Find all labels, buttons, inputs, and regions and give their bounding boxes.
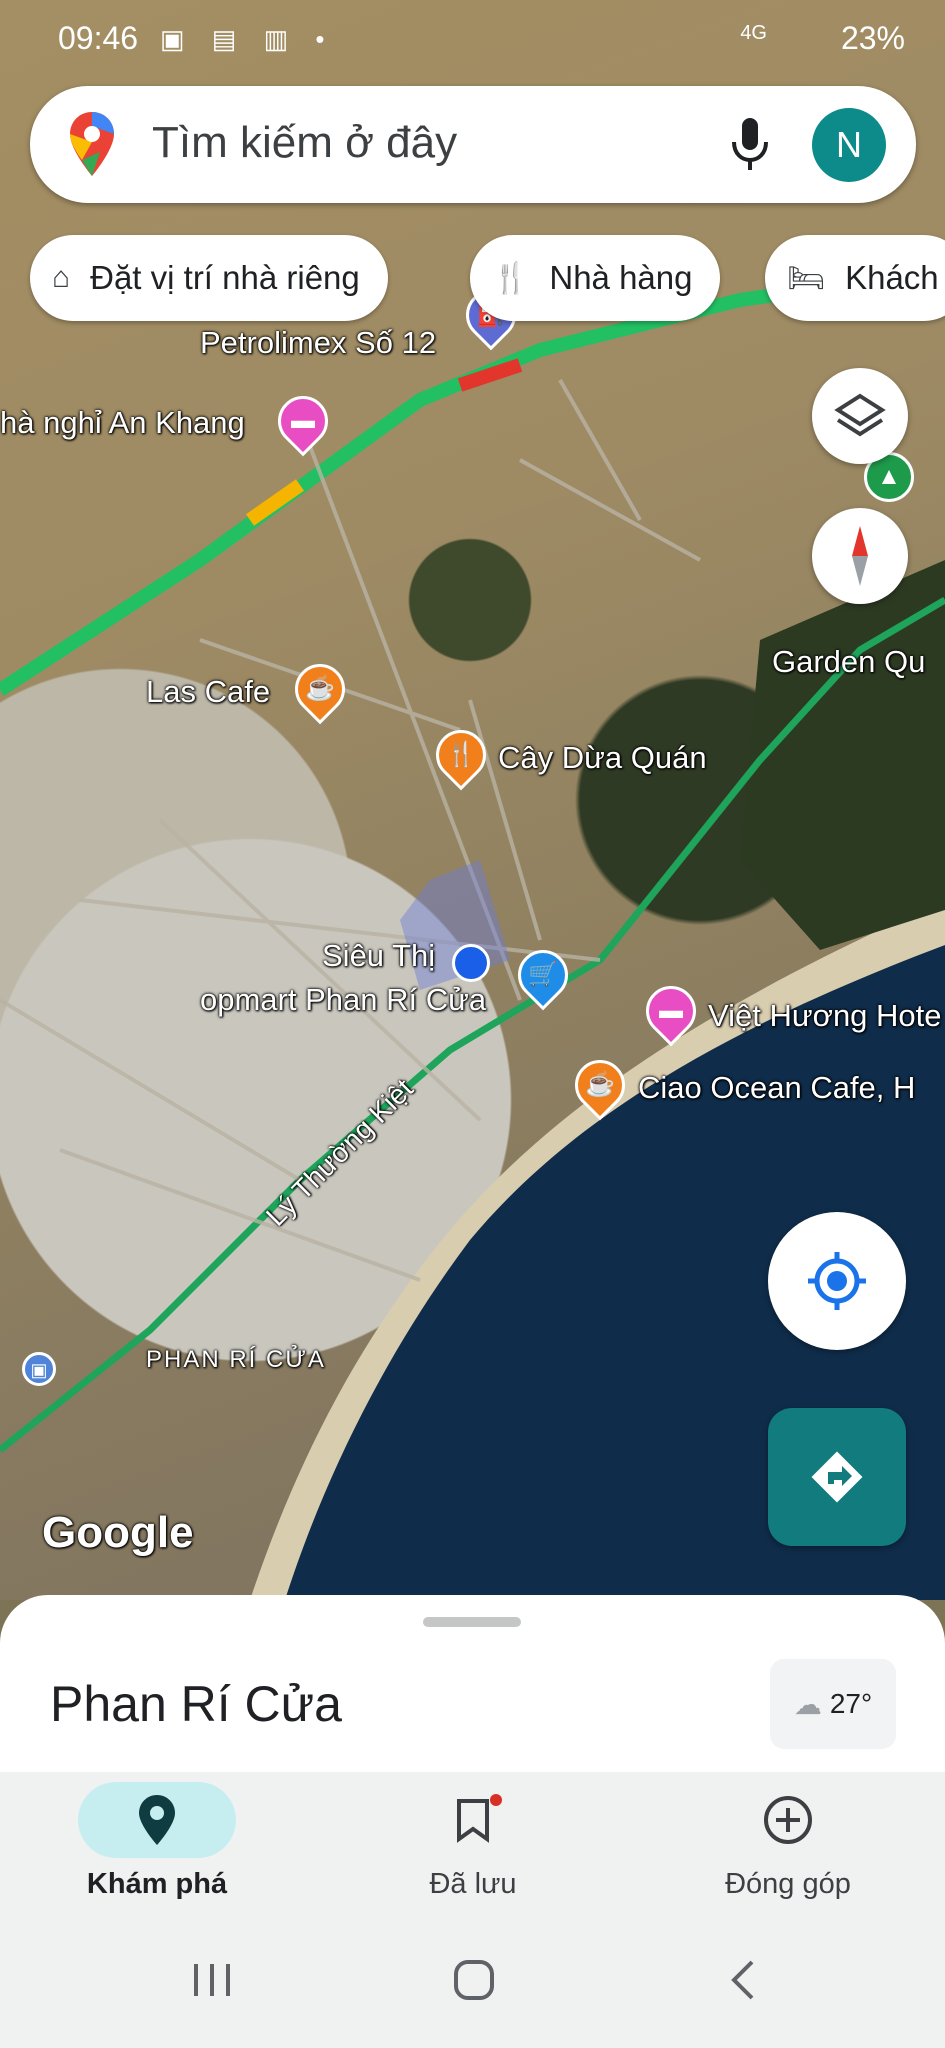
microphone-icon[interactable]: [730, 114, 770, 179]
label-garden: Garden Qu: [772, 644, 926, 679]
chip-hotels-label: Khách: [845, 259, 939, 296]
compass-button[interactable]: [812, 508, 908, 604]
nav-contribute-pill: [709, 1782, 867, 1858]
nav-explore[interactable]: Khám phá: [42, 1772, 272, 1920]
network-type: 4G: [740, 22, 767, 44]
nav-contribute[interactable]: Đóng góp: [673, 1772, 903, 1920]
battery-level: 23%: [840, 20, 905, 56]
label-viet-huong: Việt Hương Hote: [708, 998, 942, 1033]
label-ciao: Ciao Ocean Cafe, H: [638, 1070, 916, 1105]
clock: 09:46: [58, 20, 139, 56]
restaurant-icon: 🍴: [492, 261, 530, 295]
chip-home-label: Đặt vị trí nhà riêng: [90, 259, 360, 296]
status-bar: 09:46 ▣ ▤ ▥ • 4G 23%: [0, 0, 945, 80]
home-button-icon[interactable]: [452, 1958, 496, 2002]
drag-handle[interactable]: [423, 1617, 521, 1627]
cloud-icon: ☁: [793, 1688, 822, 1720]
coffee-icon: ☕: [305, 675, 335, 702]
temperature: 27°: [829, 1688, 873, 1719]
category-chips: ⌂ Đặt vị trí nhà riêng 🍴 Nhà hàng 🛏 Khách: [30, 235, 945, 321]
add-circle-icon: [764, 1796, 812, 1844]
search-bar[interactable]: Tìm kiếm ở đây N: [30, 86, 916, 203]
notification-icons: ▣ ▤ ▥ •: [160, 24, 335, 54]
chip-hotels[interactable]: 🛏 Khách: [765, 235, 945, 321]
label-district: PHAN RÍ CỬA: [146, 1346, 326, 1373]
bookmark-icon: [457, 1799, 489, 1843]
chip-home[interactable]: ⌂ Đặt vị trí nhà riêng: [30, 235, 388, 321]
label-an-khang: hà nghỉ An Khang: [0, 405, 245, 440]
nav-saved-label: Đã lưu: [429, 1868, 517, 1900]
home-icon: ⌂: [52, 261, 71, 294]
weather-chip[interactable]: ☁ 27°: [770, 1659, 896, 1749]
google-maps-logo-icon: [70, 112, 114, 181]
nav-contribute-label: Đóng góp: [725, 1868, 851, 1900]
compass-icon: [852, 526, 868, 586]
nav-explore-label: Khám phá: [86, 1868, 228, 1900]
bottom-sheet[interactable]: Phan Rí Cửa ☁ 27°: [0, 1595, 945, 1790]
traffic-red: [457, 358, 523, 392]
bottom-navigation: Khám phá Đã lưu Đóng góp: [0, 1772, 945, 1920]
google-logo: Google: [42, 1508, 194, 1557]
avatar[interactable]: N: [812, 108, 886, 182]
current-location-dot: [452, 944, 490, 982]
label-las-cafe: Las Cafe: [146, 674, 271, 709]
recent-apps-icon[interactable]: [190, 1960, 234, 2000]
layers-icon: [834, 393, 886, 437]
place-name: Phan Rí Cửa: [50, 1676, 342, 1732]
directions-button[interactable]: [768, 1408, 906, 1546]
layers-button[interactable]: [812, 368, 908, 464]
chip-restaurants-label: Nhà hàng: [549, 259, 693, 296]
my-location-icon: [808, 1252, 866, 1310]
nav-saved-pill: [394, 1782, 552, 1858]
label-petrolimex: Petrolimex Số 12: [200, 325, 437, 360]
coffee-icon: ☕: [585, 1071, 615, 1098]
label-sieu-thi: Siêu Thị: [322, 938, 436, 973]
label-cay-dua: Cây Dừa Quán: [498, 740, 707, 775]
my-location-button[interactable]: [768, 1212, 906, 1350]
nav-saved[interactable]: Đã lưu: [358, 1772, 588, 1920]
directions-icon: [811, 1451, 863, 1503]
back-icon[interactable]: [722, 1958, 766, 2002]
cart-icon: 🛒: [528, 961, 558, 988]
bus-stop-icon[interactable]: ▣: [22, 1352, 56, 1386]
bed-icon: ▬: [291, 407, 315, 434]
system-navigation-bar: [0, 1920, 945, 2048]
search-input[interactable]: Tìm kiếm ở đây: [152, 118, 457, 168]
fork-knife-icon: 🍴: [446, 741, 476, 768]
nav-explore-pill: [78, 1782, 236, 1858]
traffic-yellow: [245, 479, 305, 526]
explore-pin-icon: [139, 1795, 175, 1845]
notification-dot: [490, 1794, 502, 1806]
bed-icon: ▬: [659, 997, 683, 1024]
label-coopmart: opmart Phan Rí Cửa: [200, 982, 487, 1017]
chip-restaurants[interactable]: 🍴 Nhà hàng: [470, 235, 721, 321]
hotel-icon: 🛏: [787, 261, 826, 295]
